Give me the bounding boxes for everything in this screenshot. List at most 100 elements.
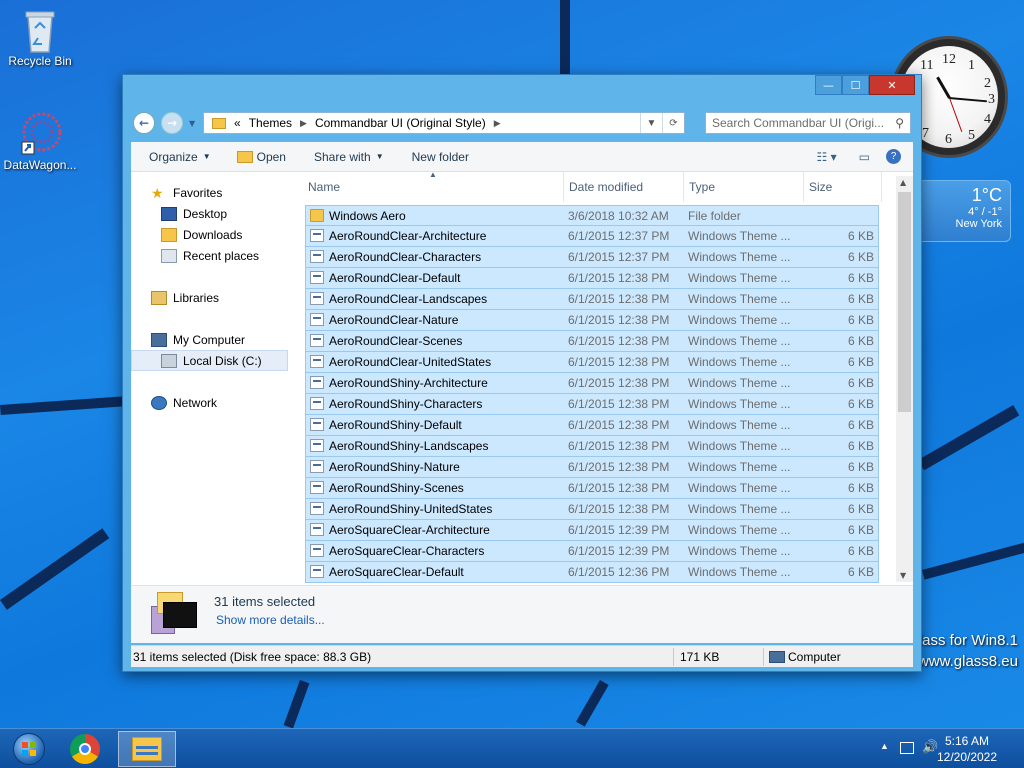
theme-file-icon: [310, 250, 324, 263]
taskbar-chrome[interactable]: [56, 731, 114, 767]
breadcrumb-overflow[interactable]: «: [234, 116, 241, 130]
taskbar-file-explorer[interactable]: [118, 731, 176, 767]
file-row[interactable]: AeroRoundClear-Scenes 6/1/2015 12:38 PM Wi…: [305, 331, 879, 352]
column-name[interactable]: Name: [308, 180, 340, 194]
watermark-line-1: Glass for Win8.1: [907, 632, 1018, 649]
nav-libraries[interactable]: Libraries: [151, 287, 219, 308]
close-button[interactable]: ✕: [869, 75, 915, 95]
file-row[interactable]: AeroSquareClear-Architecture 6/1/2015 12:…: [305, 520, 879, 541]
breadcrumb-commandbar-ui[interactable]: Commandbar UI (Original Style): [315, 116, 486, 130]
nav-local-disk[interactable]: Local Disk (C:): [131, 350, 288, 371]
nav-favorites[interactable]: ★ Favorites: [151, 182, 222, 203]
address-bar[interactable]: « Themes ▶ Commandbar UI (Original Style…: [203, 112, 685, 134]
file-row[interactable]: AeroRoundClear-Characters 6/1/2015 12:37 …: [305, 247, 879, 268]
file-row[interactable]: AeroRoundShiny-Characters 6/1/2015 12:38 …: [305, 394, 879, 415]
nav-label: Recent places: [183, 248, 260, 263]
back-button[interactable]: ←: [133, 112, 155, 134]
file-row[interactable]: AeroRoundClear-UnitedStates 6/1/2015 12:3…: [305, 352, 879, 373]
file-row[interactable]: AeroRoundClear-Landscapes 6/1/2015 12:38 …: [305, 289, 879, 310]
file-row[interactable]: AeroSquareClear-Default 6/1/2015 12:36 PM…: [305, 562, 879, 583]
file-row[interactable]: AeroRoundClear-Architecture 6/1/2015 12:3…: [305, 226, 879, 247]
nav-recent-places[interactable]: Recent places: [161, 245, 259, 266]
file-row[interactable]: AeroRoundShiny-Architecture 6/1/2015 12:3…: [305, 373, 879, 394]
file-type: File folder: [688, 209, 741, 223]
file-row[interactable]: AeroRoundShiny-Nature 6/1/2015 12:38 PM Wi…: [305, 457, 879, 478]
file-type: Windows Theme ...: [688, 355, 791, 369]
clock-number: 2: [984, 76, 991, 91]
column-divider[interactable]: [881, 172, 882, 202]
column-divider[interactable]: [803, 172, 804, 202]
new-folder-button[interactable]: New folder: [402, 150, 479, 164]
share-with-button[interactable]: Share with ▼: [304, 150, 394, 164]
explorer-window[interactable]: — ☐ ✕ ← → ▼ « Themes ▶ Commandbar UI (Or…: [122, 74, 922, 672]
refresh-icon[interactable]: ⟳: [662, 113, 684, 133]
network-icon: [151, 395, 167, 410]
file-size: 6 KB: [847, 229, 874, 243]
theme-file-icon: [310, 544, 324, 557]
clock-number: 5: [968, 128, 975, 143]
column-type[interactable]: Type: [689, 180, 715, 194]
help-icon[interactable]: ?: [886, 149, 901, 164]
desktop-icon-recycle-bin[interactable]: Recycle Bin: [0, 8, 80, 68]
file-size: 6 KB: [847, 565, 874, 579]
desktop-icon-datawagon[interactable]: DataWagon...: [0, 112, 80, 172]
open-folder-icon: [236, 150, 253, 163]
column-date-modified[interactable]: Date modified: [569, 180, 643, 194]
maximize-button[interactable]: ☐: [842, 75, 869, 95]
breadcrumb-themes[interactable]: Themes: [249, 116, 292, 130]
file-row[interactable]: AeroRoundShiny-Scenes 6/1/2015 12:38 PM Wi…: [305, 478, 879, 499]
file-row[interactable]: AeroRoundShiny-UnitedStates 6/1/2015 12:3…: [305, 499, 879, 520]
breadcrumb-chevron-icon[interactable]: ▶: [300, 118, 307, 129]
file-name: AeroRoundClear-Default: [329, 271, 461, 285]
file-name: AeroRoundClear-Scenes: [329, 334, 463, 348]
open-button[interactable]: Open: [227, 150, 296, 164]
file-date: 6/1/2015 12:36 PM: [568, 565, 670, 579]
file-row[interactable]: AeroRoundClear-Nature 6/1/2015 12:38 PM Wi…: [305, 310, 879, 331]
breadcrumb-chevron-icon[interactable]: ▶: [494, 118, 501, 129]
details-pane: 31 items selected Show more details...: [131, 585, 913, 643]
file-size: 6 KB: [847, 376, 874, 390]
file-date: 6/1/2015 12:37 PM: [568, 229, 670, 243]
file-size: 6 KB: [847, 292, 874, 306]
file-row[interactable]: Windows Aero 3/6/2018 10:32 AM File folder: [305, 205, 879, 226]
scroll-up-icon[interactable]: ▲: [900, 178, 906, 187]
show-more-details-link[interactable]: Show more details...: [216, 613, 325, 627]
file-type: Windows Theme ...: [688, 229, 791, 243]
view-options-icon[interactable]: ☷ ▾: [817, 150, 837, 164]
file-row[interactable]: AeroSquareClear-Characters 6/1/2015 12:39…: [305, 541, 879, 562]
clock-number: 7: [922, 126, 929, 141]
search-box[interactable]: Search Commandbar UI (Origi... ⚲: [705, 112, 911, 134]
recent-locations-icon[interactable]: ▼: [189, 119, 195, 128]
show-hidden-icons-icon[interactable]: ▲: [880, 741, 889, 751]
scrollbar-thumb[interactable]: [898, 192, 911, 412]
nav-my-computer[interactable]: My Computer: [151, 329, 245, 350]
file-name: AeroRoundClear-Architecture: [329, 229, 487, 243]
network-tray-icon[interactable]: [900, 742, 914, 754]
weather-gadget[interactable]: 1°C 4° / -1° New York: [915, 180, 1011, 242]
taskbar-clock[interactable]: 5:16 AM 12/20/2022: [932, 734, 1002, 764]
address-dropdown-icon[interactable]: ▼: [640, 113, 662, 133]
file-row[interactable]: AeroRoundShiny-Default 6/1/2015 12:38 PM W…: [305, 415, 879, 436]
vertical-scrollbar[interactable]: ▲ ▼: [896, 176, 913, 582]
search-icon: ⚲: [895, 116, 904, 130]
nav-downloads[interactable]: Downloads: [161, 224, 242, 245]
scroll-down-icon[interactable]: ▼: [900, 571, 906, 580]
preview-pane-icon[interactable]: ▭: [859, 150, 870, 164]
column-divider[interactable]: [683, 172, 684, 202]
forward-button[interactable]: →: [161, 112, 183, 134]
file-date: 6/1/2015 12:38 PM: [568, 292, 670, 306]
file-name: AeroRoundShiny-Landscapes: [329, 439, 489, 453]
clock-hour-hand: [936, 76, 951, 99]
minimize-button[interactable]: —: [815, 75, 842, 95]
file-row[interactable]: AeroRoundClear-Default 6/1/2015 12:38 PM W…: [305, 268, 879, 289]
new-folder-label: New folder: [411, 149, 469, 164]
nav-desktop[interactable]: Desktop: [161, 203, 227, 224]
column-divider[interactable]: [563, 172, 564, 202]
organize-button[interactable]: Organize ▼: [131, 150, 221, 164]
start-button[interactable]: [0, 731, 58, 767]
nav-label: Downloads: [183, 227, 243, 242]
file-list: Name ▲ Date modified Type Size Windows A…: [305, 170, 913, 585]
column-size[interactable]: Size: [809, 180, 832, 194]
nav-network[interactable]: Network: [151, 392, 217, 413]
file-row[interactable]: AeroRoundShiny-Landscapes 6/1/2015 12:38 …: [305, 436, 879, 457]
